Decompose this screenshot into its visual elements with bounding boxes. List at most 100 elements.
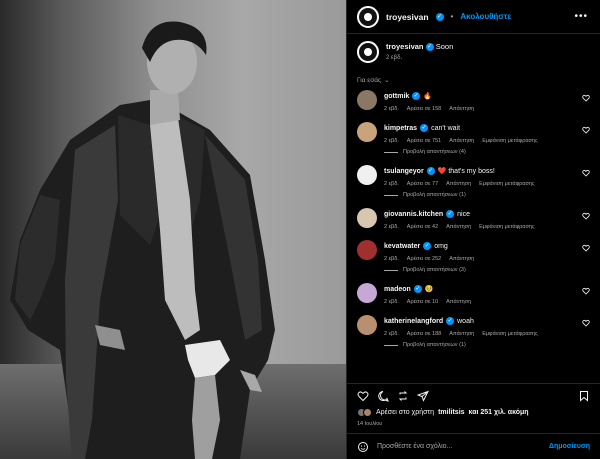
comment-likes[interactable]: Αρέσει σε 42 [407, 224, 438, 230]
comment-block: tsulangeyor ✓ ❤️ that's my boss! 2 εβδ. Αρέσ… [357, 165, 590, 198]
comment-avatar[interactable] [357, 90, 377, 110]
comment-row: katherinelangford ✓ woah 2 εβδ. Αρέσει σε 18… [357, 315, 590, 337]
comment-likes[interactable]: Αρέσει σε 252 [407, 256, 441, 262]
author-username[interactable]: troyesivan [386, 12, 429, 22]
comment-likes[interactable]: Αρέσει σε 10 [407, 299, 438, 305]
share-icon[interactable] [397, 390, 409, 402]
replies-divider [384, 194, 398, 196]
post-panel: troyesivan ✓ • Ακολουθήστε ••• troyesiva… [346, 0, 600, 459]
comment-avatar[interactable] [357, 240, 377, 260]
comment-input[interactable]: Προσθέστε ένα σχόλιο... [377, 443, 541, 450]
comment-username[interactable]: kevatwater [384, 243, 420, 250]
comment-text: woah [457, 318, 474, 325]
verified-icon: ✓ [446, 210, 455, 219]
author-avatar[interactable] [357, 5, 379, 28]
comment-time: 2 εβδ. [384, 181, 399, 187]
for-you-dropdown[interactable]: Για εσάς ⌄ [357, 72, 590, 88]
comment-likes[interactable]: Αρέσει σε 188 [407, 331, 441, 337]
comment-body: katherinelangford ✓ woah 2 εβδ. Αρέσει σε 18… [384, 315, 538, 337]
bookmark-icon[interactable] [578, 390, 590, 402]
view-replies-label: Προβολή απαντήσεων (4) [403, 149, 466, 155]
comment-avatar[interactable] [357, 122, 377, 142]
likes-user[interactable]: tmilitsis [438, 409, 464, 416]
comment-row: kimpetras ✓ can't wait 2 εβδ. Αρέσει σε 751 Α… [357, 122, 590, 144]
likes-summary[interactable]: Αρέσει στο χρήστη tmilitsis και 251 χιλ.… [357, 408, 590, 417]
verified-icon: ✓ [426, 167, 435, 176]
comment-heart-icon[interactable] [582, 319, 590, 327]
comment-text-line: kimpetras ✓ can't wait [384, 122, 538, 134]
heart-icon[interactable] [357, 390, 369, 402]
comment-heart-icon[interactable] [582, 126, 590, 134]
comment-heart-icon[interactable] [582, 169, 590, 177]
post-header: troyesivan ✓ • Ακολουθήστε ••• [347, 0, 600, 34]
post-date: 14 Ιουλίου [357, 421, 383, 427]
verified-icon: ✓ [425, 43, 434, 52]
post-photo[interactable] [0, 0, 346, 459]
comment-username[interactable]: tsulangeyor [384, 168, 424, 175]
send-icon[interactable] [417, 390, 429, 402]
reply-button[interactable]: Απάντηση [449, 138, 474, 144]
comment-text: omg [434, 243, 448, 250]
comment-avatar[interactable] [357, 283, 377, 303]
view-replies-button[interactable]: Προβολή απαντήσεων (4) [384, 149, 590, 155]
comment-time: 2 εβδ. [384, 256, 399, 262]
view-replies-button[interactable]: Προβολή απαντήσεων (3) [384, 267, 590, 273]
comment-icon[interactable] [377, 390, 389, 402]
comment-block: kimpetras ✓ can't wait 2 εβδ. Αρέσει σε 751 Α… [357, 122, 590, 155]
caption-time: 2 εβδ. [386, 55, 403, 61]
comment-username[interactable]: gottmik [384, 93, 409, 100]
comment-username[interactable]: madeon [384, 286, 411, 293]
reply-button[interactable]: Απάντηση [446, 224, 471, 230]
reply-button[interactable]: Απάντηση [446, 299, 471, 305]
caption-body: Soon [435, 42, 454, 51]
comment-row: giovannis.kitchen ✓ nice 2 εβδ. Αρέσει σε 42… [357, 208, 590, 230]
comment-body: gottmik ✓ 🔥 2 εβδ. Αρέσει σε 158 Απάντηση [384, 90, 474, 112]
comment-time: 2 εβδ. [384, 299, 399, 305]
comment-row: tsulangeyor ✓ ❤️ that's my boss! 2 εβδ. Αρέσ… [357, 165, 590, 187]
comment-avatar[interactable] [357, 315, 377, 335]
comment-username[interactable]: katherinelangford [384, 318, 443, 325]
translate-button[interactable]: Εμφάνιση μετάφρασης [482, 138, 537, 144]
comment-avatar[interactable] [357, 208, 377, 228]
reply-button[interactable]: Απάντηση [446, 181, 471, 187]
comments-list[interactable]: troyesivan ✓ Soon 2 εβδ. Για εσάς ⌄ gott… [347, 35, 600, 380]
view-replies-label: Προβολή απαντήσεων (3) [403, 267, 466, 273]
likes-suffix[interactable]: και 251 χιλ. ακόμη [469, 409, 529, 416]
action-bar [347, 383, 600, 407]
comment-text-line: kevatwater ✓ omg [384, 240, 474, 252]
reply-button[interactable]: Απάντηση [449, 331, 474, 337]
post-comment-button[interactable]: Δημοσίευση [549, 443, 590, 450]
comment-text-line: madeon ✓ 🥺 [384, 283, 471, 295]
comment-username[interactable]: kimpetras [384, 125, 417, 132]
reply-button[interactable]: Απάντηση [449, 256, 474, 262]
comment-text-line: katherinelangford ✓ woah [384, 315, 538, 327]
comment-heart-icon[interactable] [582, 212, 590, 220]
translate-button[interactable]: Εμφάνιση μετάφρασης [479, 224, 534, 230]
emoji-icon[interactable] [357, 441, 369, 453]
comment-likes[interactable]: Αρέσει σε 158 [407, 106, 441, 112]
translate-button[interactable]: Εμφάνιση μετάφρασης [479, 181, 534, 187]
post-viewer: troyesivan ✓ • Ακολουθήστε ••• troyesiva… [0, 0, 600, 459]
follow-button[interactable]: Ακολουθήστε [460, 12, 511, 21]
caption-avatar[interactable] [357, 41, 379, 63]
view-replies-button[interactable]: Προβολή απαντήσεων (1) [384, 342, 590, 348]
comment-likes[interactable]: Αρέσει σε 77 [407, 181, 438, 187]
comment-heart-icon[interactable] [582, 94, 590, 102]
more-icon[interactable]: ••• [574, 11, 588, 22]
caption-avatar-dot [364, 48, 372, 56]
translate-button[interactable]: Εμφάνιση μετάφρασης [482, 331, 537, 337]
view-replies-label: Προβολή απαντήσεων (1) [403, 342, 466, 348]
verified-icon: ✓ [413, 285, 422, 294]
caption-username[interactable]: troyesivan [386, 42, 424, 51]
comment-avatar[interactable] [357, 165, 377, 185]
view-replies-button[interactable]: Προβολή απαντήσεων (1) [384, 192, 590, 198]
comment-heart-icon[interactable] [582, 287, 590, 295]
verified-icon: ✓ [412, 92, 421, 101]
reply-button[interactable]: Απάντηση [449, 106, 474, 112]
comment-time: 2 εβδ. [384, 106, 399, 112]
comment-text: can't wait [431, 125, 461, 132]
comment-likes[interactable]: Αρέσει σε 751 [407, 138, 441, 144]
comment-block: gottmik ✓ 🔥 2 εβδ. Αρέσει σε 158 Απάντηση [357, 90, 590, 112]
comment-heart-icon[interactable] [582, 244, 590, 252]
comment-username[interactable]: giovannis.kitchen [384, 211, 443, 218]
